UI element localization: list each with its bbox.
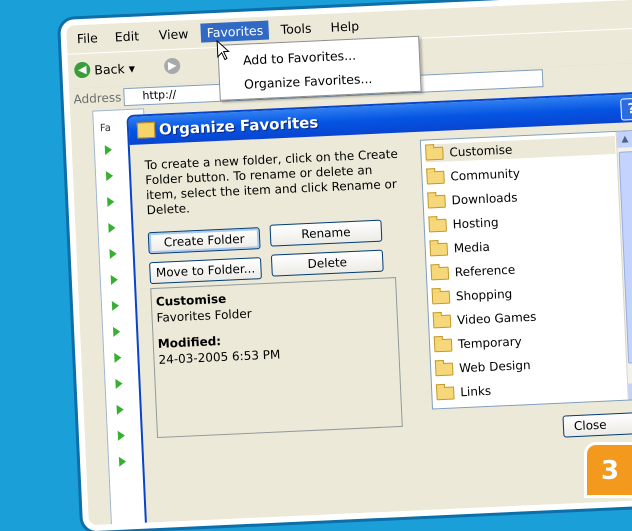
folder-icon [428, 218, 447, 232]
menu-item-add-to-favorites[interactable]: Add to Favorites... [243, 48, 357, 68]
bullet-icon [108, 222, 116, 234]
back-arrow-icon: ◀ [73, 61, 91, 79]
menu-view[interactable]: View [158, 26, 188, 42]
bullet-icon [112, 326, 121, 337]
address-label: Address [73, 90, 122, 107]
mouse-cursor-icon [216, 39, 230, 61]
screenshot-card: File Edit View Favorites Tools Help ◀ Ba… [60, 0, 632, 531]
bullet-icon [116, 404, 124, 415]
bullet-icon [118, 456, 127, 467]
list-item[interactable]: Customise [425, 135, 616, 163]
list-item[interactable]: Downloads [427, 188, 518, 210]
list-item[interactable]: Web Design [434, 356, 531, 378]
menu-file[interactable]: File [77, 30, 99, 46]
selected-item-type: Favorites Folder [156, 306, 252, 325]
bullet-icon [110, 274, 119, 285]
folder-icon [427, 194, 446, 209]
organize-favorites-dialog: Organize Favorites ? To create a new fol… [126, 91, 632, 531]
dialog-title: Organize Favorites [158, 113, 319, 139]
list-item[interactable]: Media [429, 238, 490, 259]
rename-button[interactable]: Rename [269, 219, 383, 247]
help-button[interactable]: ? [620, 97, 632, 121]
favorites-pane-label: Fa [99, 122, 112, 135]
menu-item-organize-favorites[interactable]: Organize Favorites... [244, 71, 373, 92]
scroll-thumb[interactable] [618, 151, 632, 364]
folder-icon [431, 290, 451, 304]
list-item[interactable]: Community [426, 164, 520, 186]
modified-value: 24-03-2005 6:53 PM [158, 347, 281, 367]
bullet-icon [111, 300, 120, 311]
bullet-icon [105, 170, 114, 182]
modified-label: Modified: [157, 334, 222, 351]
selected-item-name: Customise [155, 291, 227, 309]
create-folder-button[interactable]: Create Folder [147, 227, 261, 255]
favorites-folder-list[interactable]: Customise Community Downloads Hosting Me… [419, 130, 632, 410]
folder-icon [429, 242, 449, 256]
folder-icon [432, 314, 452, 328]
scroll-up-icon[interactable]: ▲ [616, 131, 632, 148]
back-button[interactable]: ◀ Back ▾ [73, 60, 135, 79]
bullet-icon [107, 196, 115, 208]
bullet-icon [104, 144, 113, 156]
folder-info-panel: Customise Favorites Folder Modified: 24-… [150, 277, 403, 439]
move-to-folder-button[interactable]: Move to Folder... [149, 257, 262, 285]
bullet-icon [115, 378, 123, 389]
bullet-icon [109, 248, 117, 259]
forward-arrow-icon[interactable]: ▶ [163, 57, 181, 75]
folder-icon [433, 338, 453, 352]
favorites-folder-icon [136, 121, 156, 139]
menu-favorites[interactable]: Favorites [200, 20, 270, 43]
delete-button[interactable]: Delete [270, 249, 384, 277]
instructions-text: To create a new folder, click on the Cre… [144, 146, 399, 218]
folder-icon [426, 170, 445, 185]
folder-icon [430, 266, 450, 280]
folder-icon [436, 386, 455, 400]
list-item[interactable]: Shopping [431, 285, 513, 307]
menu-tools[interactable]: Tools [280, 21, 311, 37]
menu-help[interactable]: Help [330, 18, 359, 34]
menu-edit[interactable]: Edit [114, 28, 139, 44]
list-item[interactable]: Video Games [432, 308, 537, 331]
folder-icon [425, 146, 444, 161]
favorites-dropdown-menu: Add to Favorites... Organize Favorites..… [217, 35, 422, 101]
back-dropdown-icon[interactable]: ▾ [128, 60, 135, 75]
close-button[interactable]: Close [562, 411, 632, 438]
list-item[interactable]: Temporary [433, 332, 522, 354]
list-item[interactable]: Hosting [428, 213, 499, 234]
step-number-badge: 3 [584, 442, 632, 498]
scroll-down-icon[interactable]: ▼ [628, 382, 632, 400]
back-label: Back [93, 60, 125, 77]
bullet-icon [117, 430, 126, 441]
list-item[interactable]: Reference [430, 261, 516, 283]
list-scrollbar[interactable]: ▲ ▼ [615, 131, 632, 400]
bullet-icon [114, 352, 122, 363]
list-item[interactable]: Links [436, 382, 492, 402]
folder-icon [434, 362, 454, 376]
